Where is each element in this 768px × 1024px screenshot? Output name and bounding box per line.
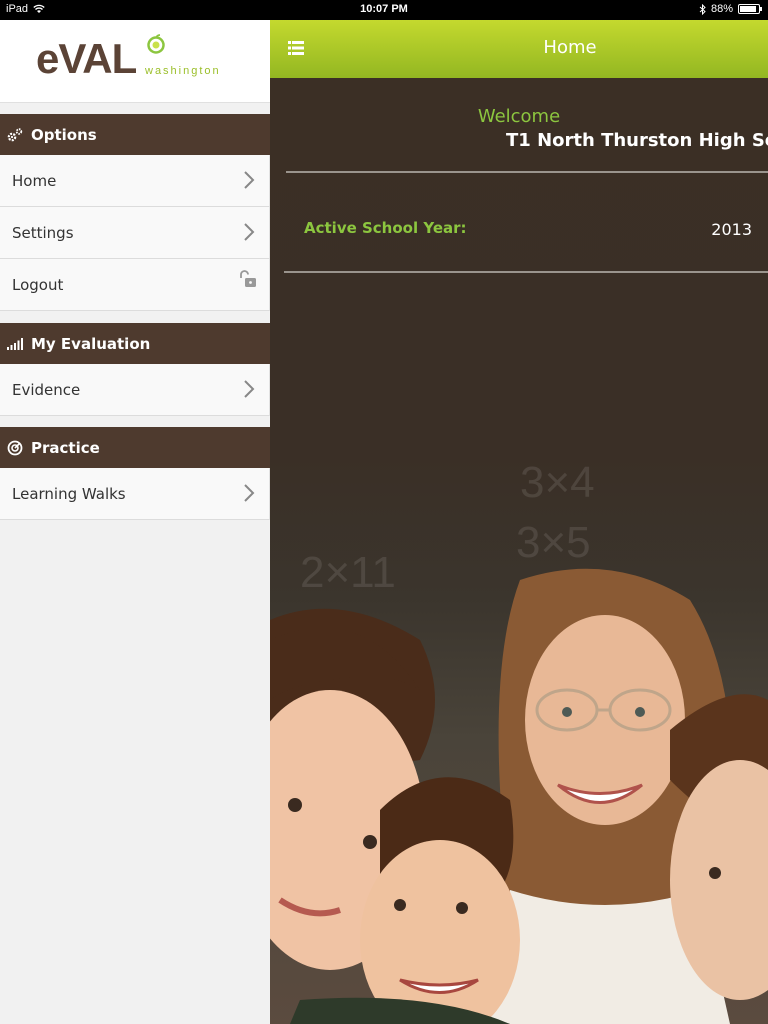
logo-wordmark: eVAL xyxy=(36,35,137,82)
top-bar: Home xyxy=(270,20,768,78)
chevron-right-icon xyxy=(244,380,255,398)
sidebar-item-home[interactable]: Home xyxy=(0,155,270,207)
section-header-practice: Practice xyxy=(0,427,270,468)
gears-icon xyxy=(6,126,24,144)
page-title: Home xyxy=(543,37,597,58)
welcome-text: Welcome xyxy=(477,106,561,127)
active-school-year-label: Active School Year: xyxy=(304,219,467,237)
sidebar: eVAL washington Options Home Settings Lo… xyxy=(0,20,270,1024)
sidebar-item-learning-walks[interactable]: Learning Walks xyxy=(0,468,270,520)
status-right: 88% xyxy=(699,3,762,15)
section-title-practice: Practice xyxy=(31,438,100,457)
target-icon xyxy=(6,439,24,457)
sidebar-item-label: Logout xyxy=(12,275,64,294)
logo: eVAL washington xyxy=(0,20,270,103)
active-school-year-value: 2013 xyxy=(711,220,752,239)
sidebar-item-label: Settings xyxy=(12,223,74,242)
bluetooth-icon xyxy=(699,3,706,15)
sidebar-item-logout[interactable]: Logout xyxy=(0,259,270,311)
main-panel: Home 3×4 3×5 2×11 Welcome T1 North Thurs… xyxy=(270,20,768,1024)
chalk-decoration: 3×4 xyxy=(520,458,595,507)
status-bar: iPad 10:07 PM 88% xyxy=(0,0,768,20)
logo-subtitle: washington xyxy=(145,65,221,77)
sidebar-item-label: Learning Walks xyxy=(12,484,126,503)
sidebar-item-evidence[interactable]: Evidence xyxy=(0,364,270,416)
section-title-options: Options xyxy=(31,125,97,144)
battery-icon xyxy=(738,4,762,14)
chevron-right-icon xyxy=(244,171,255,189)
logo-e: e xyxy=(36,35,59,82)
unlock-icon xyxy=(240,270,256,287)
teacher-children-photo xyxy=(270,568,768,1024)
sidebar-item-label: Evidence xyxy=(12,380,81,399)
school-name: T1 North Thurston High Sch xyxy=(506,130,768,151)
section-title-my-evaluation: My Evaluation xyxy=(31,334,151,353)
chevron-right-icon xyxy=(244,223,255,241)
section-header-my-evaluation: My Evaluation xyxy=(0,323,270,364)
logo-val: VAL xyxy=(58,35,137,82)
battery-fill xyxy=(740,6,756,12)
list-icon[interactable] xyxy=(288,41,304,55)
status-time: 10:07 PM xyxy=(360,3,408,15)
section-header-options: Options xyxy=(0,114,270,155)
divider xyxy=(286,171,768,173)
bar-chart-icon xyxy=(6,335,24,353)
divider xyxy=(284,271,768,273)
sidebar-item-label: Home xyxy=(12,171,57,190)
apple-logo-icon xyxy=(147,34,165,54)
sidebar-item-settings[interactable]: Settings xyxy=(0,207,270,259)
chevron-right-icon xyxy=(244,484,255,502)
battery-percent: 88% xyxy=(710,3,733,15)
